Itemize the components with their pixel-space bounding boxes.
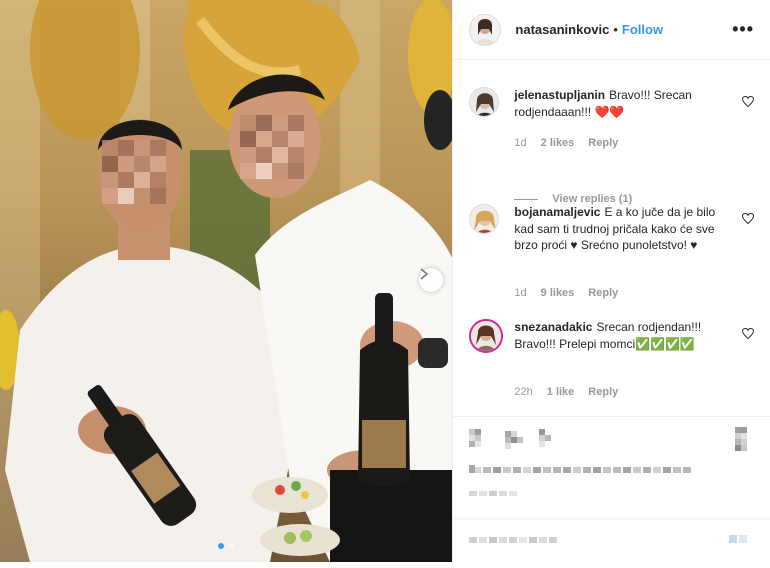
comment-likes[interactable]: 9 likes bbox=[541, 287, 575, 299]
photo-scene bbox=[0, 0, 453, 562]
commenter-username[interactable]: jelenastupljanin bbox=[514, 88, 605, 102]
carousel-indicator bbox=[218, 543, 234, 549]
commenter-username[interactable]: bojanamaljevic bbox=[514, 205, 600, 219]
like-heart-icon[interactable] bbox=[742, 213, 755, 224]
commenter-username[interactable]: snezanadakic bbox=[514, 320, 592, 334]
post-header: natasaninkovic • Follow ••• bbox=[453, 0, 770, 60]
replies-divider bbox=[514, 198, 539, 200]
follow-button[interactable]: Follow bbox=[622, 22, 663, 37]
comment-text: bojanamaljevic E a ko juče da je bilo kad… bbox=[514, 204, 729, 254]
comment-age: 22h bbox=[514, 386, 533, 398]
reply-button[interactable]: Reply bbox=[588, 287, 618, 299]
comment-likes[interactable]: 2 likes bbox=[541, 137, 575, 149]
comment-meta: 1d 9 likes Reply bbox=[514, 287, 618, 299]
commenter-avatar[interactable] bbox=[469, 87, 500, 117]
carousel-dot bbox=[228, 543, 234, 549]
author-username[interactable]: natasaninkovic bbox=[515, 22, 609, 37]
author-avatar[interactable] bbox=[469, 13, 502, 46]
comment-likes[interactable]: 1 like bbox=[547, 386, 575, 398]
reply-button[interactable]: Reply bbox=[588, 137, 618, 149]
comments-list: jelenastupljanin Bravo!!! Srecan rodjenda… bbox=[453, 61, 770, 410]
post-actions-section bbox=[453, 416, 770, 563]
comment-text: snezanadakic Srecan rodjendan!!! Bravo!!!… bbox=[514, 319, 729, 352]
more-options-icon[interactable]: ••• bbox=[732, 19, 754, 40]
chevron-right-icon bbox=[420, 268, 429, 280]
carousel-dot-active bbox=[218, 543, 224, 549]
comment-meta: 22h 1 like Reply bbox=[514, 386, 618, 398]
comment-meta: 1d 2 likes Reply bbox=[514, 137, 618, 149]
like-heart-icon[interactable] bbox=[742, 96, 755, 107]
comment-text: jelenastupljanin Bravo!!! Srecan rodjenda… bbox=[514, 87, 729, 120]
like-heart-icon[interactable] bbox=[742, 328, 755, 339]
next-photo-button[interactable] bbox=[419, 268, 443, 292]
post-photo[interactable] bbox=[0, 0, 453, 562]
header-separator: • bbox=[613, 22, 618, 37]
comment-age: 1d bbox=[514, 137, 527, 149]
pixelated-actions bbox=[453, 427, 770, 543]
commenter-avatar-story[interactable] bbox=[469, 319, 504, 353]
comment-age: 1d bbox=[514, 287, 527, 299]
commenter-avatar[interactable] bbox=[469, 204, 500, 234]
post-side-panel: natasaninkovic • Follow ••• jelenastuplj… bbox=[452, 0, 770, 562]
reply-button[interactable]: Reply bbox=[588, 386, 618, 398]
